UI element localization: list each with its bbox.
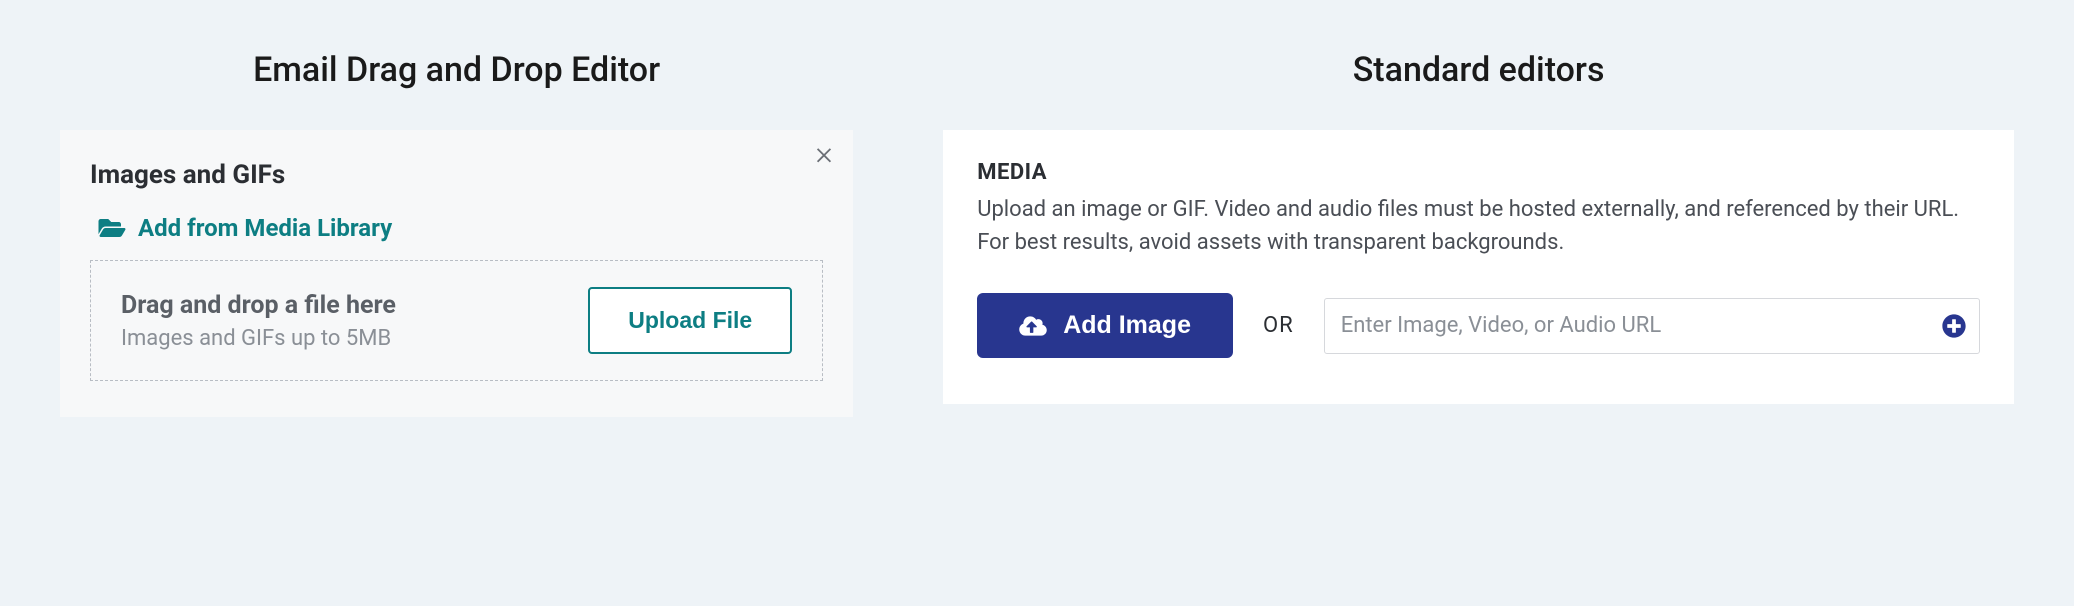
media-controls-row: Add Image OR — [977, 293, 1980, 358]
media-description: Upload an image or GIF. Video and audio … — [977, 193, 1980, 259]
media-library-link-label: Add from Media Library — [138, 214, 392, 242]
section-title-left: Email Drag and Drop Editor — [60, 50, 853, 90]
upload-file-button[interactable]: Upload File — [588, 287, 792, 354]
drop-title: Drag and drop a file here — [121, 291, 396, 320]
media-panel: MEDIA Upload an image or GIF. Video and … — [943, 130, 2014, 404]
add-url-icon[interactable] — [1942, 314, 1966, 338]
column-email-editor: Email Drag and Drop Editor Images and GI… — [60, 50, 853, 556]
media-url-input[interactable] — [1324, 298, 1980, 354]
or-separator: OR — [1263, 313, 1294, 338]
drop-subtitle: Images and GIFs up to 5MB — [121, 326, 396, 351]
drop-text-group: Drag and drop a file here Images and GIF… — [121, 291, 396, 351]
url-input-wrapper — [1324, 298, 1980, 354]
add-image-button[interactable]: Add Image — [977, 293, 1233, 358]
add-image-button-label: Add Image — [1063, 311, 1191, 340]
images-gifs-panel: Images and GIFs Add from Media Library D… — [60, 130, 853, 417]
column-standard-editors: Standard editors MEDIA Upload an image o… — [943, 50, 2014, 556]
add-from-media-library-link[interactable]: Add from Media Library — [90, 214, 823, 242]
panel-subtitle: Images and GIFs — [90, 160, 823, 190]
close-icon[interactable] — [813, 142, 835, 170]
section-title-right: Standard editors — [943, 50, 2014, 90]
media-header: MEDIA — [977, 160, 1980, 185]
folder-open-icon — [98, 216, 126, 240]
cloud-upload-icon — [1019, 315, 1047, 337]
file-dropzone[interactable]: Drag and drop a file here Images and GIF… — [90, 260, 823, 381]
